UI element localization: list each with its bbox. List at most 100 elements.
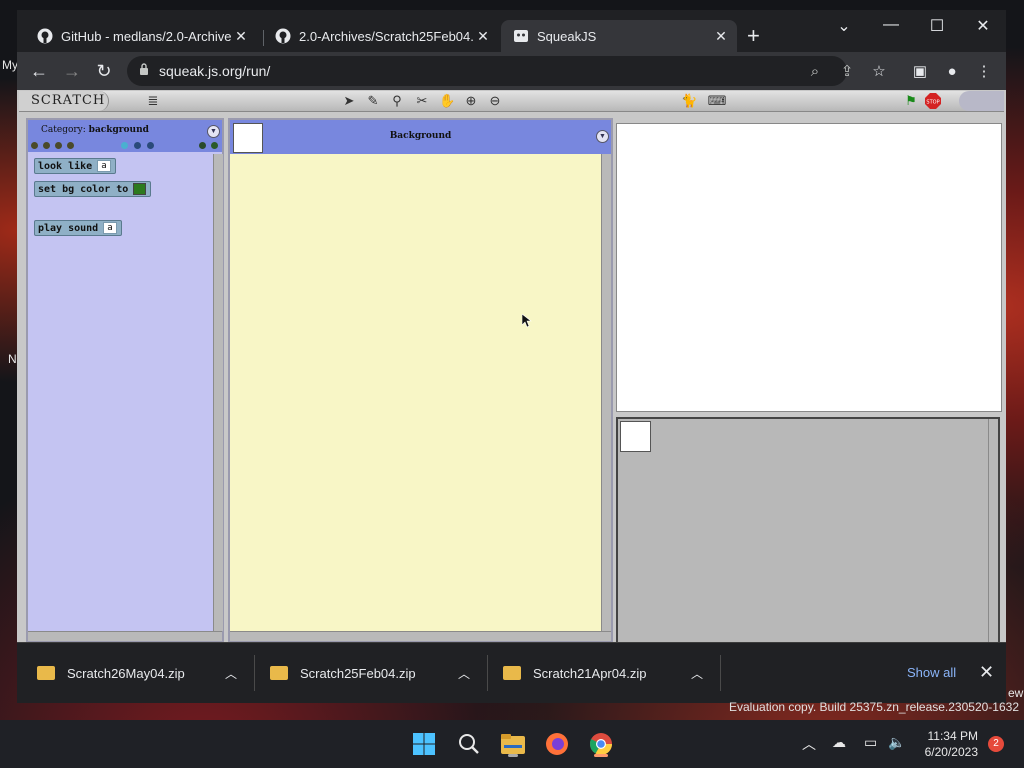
new-tab-button[interactable]: + <box>747 25 760 47</box>
tab-squeakjs[interactable]: SqueakJS ✕ <box>501 20 737 52</box>
download-separator <box>720 655 721 691</box>
menu-icon[interactable]: ⋮ <box>974 62 994 82</box>
tab-strip: GitHub - medlans/2.0-Archives: S ✕ 2.0-A… <box>17 10 1006 52</box>
category-dot[interactable] <box>67 142 74 149</box>
tab-github-zip[interactable]: 2.0-Archives/Scratch25Feb04.zip ✕ <box>263 20 499 52</box>
network-icon[interactable]: ▭ <box>864 734 877 751</box>
clock-time: 11:34 PM <box>927 729 978 743</box>
script-horizontal-scrollbar[interactable] <box>230 631 611 641</box>
onedrive-icon[interactable]: ☁ <box>832 734 846 751</box>
tab-github-repo[interactable]: GitHub - medlans/2.0-Archives: S ✕ <box>25 20 257 52</box>
block-play-sound[interactable]: play sound a <box>34 220 122 236</box>
block-look-like[interactable]: look like a <box>34 158 116 174</box>
category-dot[interactable] <box>199 142 206 149</box>
tab-close-button[interactable]: ✕ <box>231 28 251 45</box>
category-dot[interactable] <box>134 142 141 149</box>
page-viewport: SCRATCH ≣ ➤ ✎ ⚲ ✂ ✋ ⊕ ⊖ 🐈 ⌨ ⚑ STOP Categ… <box>17 90 1006 647</box>
svg-text:STOP: STOP <box>926 100 939 106</box>
category-dot[interactable] <box>147 142 154 149</box>
evaluation-watermark: Evaluation copy. Build 25375.zn_release.… <box>729 700 1019 714</box>
maximize-button[interactable]: ☐ <box>914 16 960 36</box>
block-argument-slot[interactable]: a <box>97 160 111 172</box>
category-dot[interactable] <box>121 142 128 149</box>
chrome-button[interactable] <box>587 730 615 758</box>
profile-icon[interactable]: ● <box>942 62 962 82</box>
pointer-tool-icon[interactable]: ➤ <box>341 93 357 109</box>
palette-vertical-scrollbar[interactable] <box>213 154 223 631</box>
block-set-bg-color[interactable]: set bg color to <box>34 181 152 197</box>
chevron-up-icon[interactable]: ︿ <box>225 665 237 682</box>
keyboard-icon[interactable]: ⌨ <box>707 93 727 109</box>
volume-icon[interactable]: 🔈 <box>888 734 905 751</box>
tab-close-button[interactable]: ✕ <box>711 28 731 45</box>
sprite-vertical-scrollbar[interactable] <box>988 419 998 645</box>
download-filename: Scratch25Feb04.zip <box>300 665 416 681</box>
firefox-button[interactable] <box>543 730 571 758</box>
stage[interactable] <box>616 123 1002 412</box>
color-swatch[interactable] <box>133 183 147 195</box>
download-item[interactable]: Scratch26May04.zip ︿ <box>37 661 242 685</box>
category-dot[interactable] <box>55 142 62 149</box>
back-button[interactable]: ← <box>27 60 51 82</box>
chevron-up-icon[interactable]: ︿ <box>802 734 816 754</box>
category-dot[interactable] <box>31 142 38 149</box>
file-explorer-button[interactable] <box>499 730 527 758</box>
download-item[interactable]: Scratch21Apr04.zip ︿ <box>503 661 708 685</box>
green-flag-icon[interactable]: ⚑ <box>903 93 919 109</box>
grab-tool-icon[interactable]: ✋ <box>439 93 455 109</box>
sprite-library <box>616 417 1000 647</box>
zoom-icon[interactable]: ⌕ <box>805 62 825 82</box>
browser-toolbar: ← → ↻ squeak.js.org/run/ ⌕ ⇪ ☆ ▣ ● ⋮ <box>17 52 1006 90</box>
scratch-logo: SCRATCH <box>19 91 109 111</box>
notification-badge[interactable]: 2 <box>988 736 1004 752</box>
script-dropdown-button[interactable]: ▼ <box>596 130 609 143</box>
chrome-icon <box>589 733 612 755</box>
reload-button[interactable]: ↻ <box>92 60 116 82</box>
forward-button[interactable]: → <box>60 60 84 82</box>
stamp-tool-icon[interactable]: ⚲ <box>389 93 405 109</box>
script-area[interactable]: Background ▼ <box>228 118 613 642</box>
category-dot[interactable] <box>43 142 50 149</box>
share-icon[interactable]: ⇪ <box>837 62 857 82</box>
squeak-icon <box>513 28 529 44</box>
desktop-icon-label[interactable]: My <box>2 58 18 72</box>
search-button[interactable] <box>455 730 483 758</box>
cat-icon[interactable]: 🐈 <box>681 93 697 109</box>
side-panel-icon[interactable]: ▣ <box>910 62 930 82</box>
palette-horizontal-scrollbar[interactable] <box>28 631 222 641</box>
zip-file-icon <box>503 666 521 680</box>
close-downloads-button[interactable]: ✕ <box>979 662 994 683</box>
category-dropdown-button[interactable]: ▼ <box>207 125 220 138</box>
tab-search-button[interactable]: ⌄ <box>821 16 867 36</box>
chevron-up-icon[interactable]: ︿ <box>691 665 703 682</box>
address-bar[interactable]: squeak.js.org/run/ ⌕ ⇪ <box>127 56 853 86</box>
desktop-icon-label[interactable]: ew <box>1008 686 1023 700</box>
block-argument-slot[interactable]: a <box>103 222 117 234</box>
script-vertical-scrollbar[interactable] <box>601 154 611 631</box>
clock[interactable]: 11:34 PM 6/20/2023 <box>916 728 978 760</box>
paint-tool-icon[interactable]: ✎ <box>365 93 381 109</box>
file-menu-icon[interactable]: ≣ <box>145 93 161 109</box>
chevron-up-icon[interactable]: ︿ <box>458 665 470 682</box>
category-dot[interactable] <box>211 142 218 149</box>
block-label: set bg color to <box>38 183 129 195</box>
stage-thumbnail[interactable] <box>620 421 651 452</box>
category-name: background <box>88 125 149 135</box>
minimize-button[interactable]: — <box>868 16 914 34</box>
stop-sign-icon[interactable]: STOP <box>925 93 941 109</box>
grow-tool-icon[interactable]: ⊕ <box>463 93 479 109</box>
scratch-menubar: SCRATCH ≣ ➤ ✎ ⚲ ✂ ✋ ⊕ ⊖ 🐈 ⌨ ⚑ STOP <box>19 91 1004 112</box>
browser-window: GitHub - medlans/2.0-Archives: S ✕ 2.0-A… <box>17 10 1006 703</box>
desktop-icon-label[interactable]: N <box>8 352 17 366</box>
start-button[interactable] <box>410 730 438 758</box>
show-all-button[interactable]: Show all <box>907 665 956 680</box>
github-icon <box>37 28 53 44</box>
shrink-tool-icon[interactable]: ⊖ <box>487 93 503 109</box>
bookmark-star-icon[interactable]: ☆ <box>869 62 889 82</box>
download-filename: Scratch21Apr04.zip <box>533 665 647 681</box>
download-item[interactable]: Scratch25Feb04.zip ︿ <box>270 661 475 685</box>
scissors-tool-icon[interactable]: ✂ <box>414 93 430 109</box>
tab-close-button[interactable]: ✕ <box>473 28 493 45</box>
taskbar: ︿ ☁ ▭ 🔈 11:34 PM 6/20/2023 2 <box>0 720 1024 768</box>
close-window-button[interactable]: ✕ <box>960 16 1006 36</box>
